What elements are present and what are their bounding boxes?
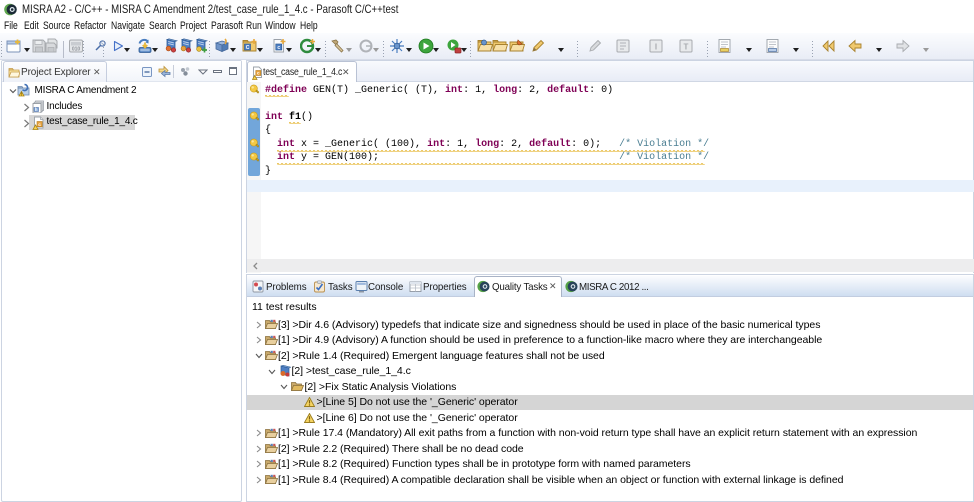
svg-text:h: h	[35, 107, 38, 112]
svg-text:c: c	[38, 123, 41, 128]
svg-text:T: T	[684, 43, 689, 52]
svg-text:c: c	[277, 45, 280, 51]
svg-text:c: c	[257, 71, 260, 76]
svg-text:I: I	[655, 43, 657, 52]
svg-text:C: C	[246, 45, 250, 51]
svg-text:010: 010	[72, 47, 81, 53]
